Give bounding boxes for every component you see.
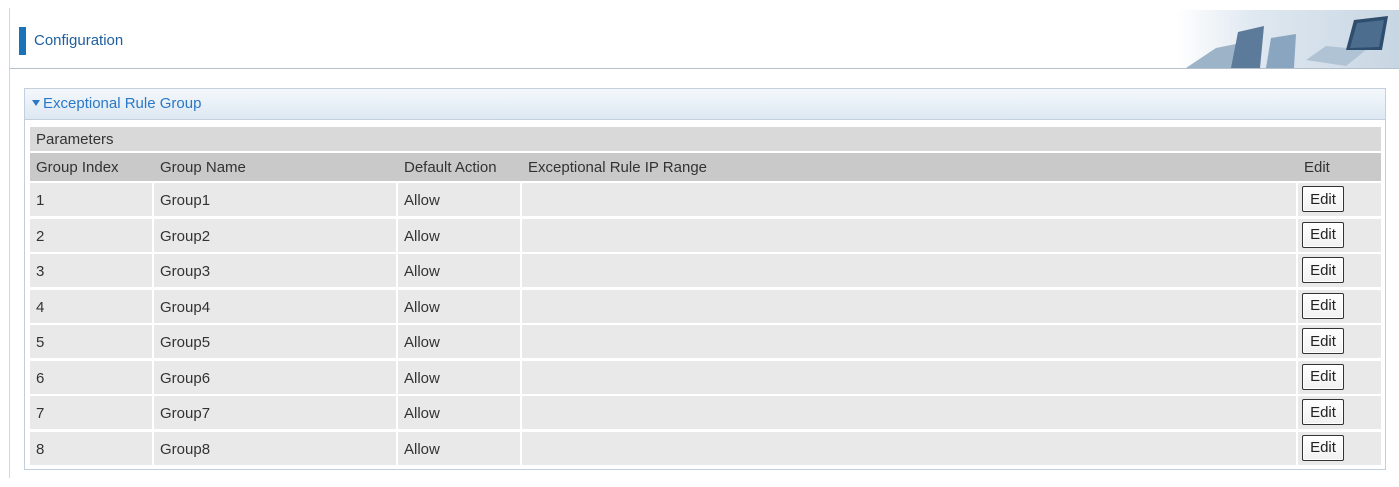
- table-row: 2 Group2 Allow Edit: [30, 218, 1381, 252]
- col-edit: Edit: [1304, 159, 1330, 176]
- col-default-action: Default Action: [404, 159, 497, 176]
- default-action-cell: Allow: [404, 263, 440, 280]
- default-action-cell: Allow: [404, 298, 440, 316]
- group-name-cell: Group3: [160, 263, 211, 280]
- table-header-row: Group Index Group Name Default Action Ex…: [30, 153, 1381, 181]
- default-action-cell: Allow: [404, 192, 440, 209]
- table-row: 5 Group5 Allow Edit: [30, 325, 1381, 358]
- default-action-cell: Allow: [404, 369, 440, 387]
- group-name-cell: Group4: [160, 298, 211, 316]
- table-row: 7 Group7 Allow Edit: [30, 396, 1381, 429]
- configuration-header: Configuration: [10, 10, 1399, 69]
- header-accent-bar: [19, 27, 26, 55]
- table-row: 4 Group4 Allow Edit: [30, 289, 1381, 323]
- parameters-bar: Parameters: [30, 127, 1381, 151]
- default-action-cell: Allow: [404, 227, 440, 245]
- edit-button[interactable]: Edit: [1302, 328, 1344, 354]
- group-index-cell: 5: [36, 334, 45, 351]
- exceptional-rule-group-panel: Exceptional Rule Group Parameters Group …: [24, 88, 1386, 470]
- panel-title: Exceptional Rule Group: [43, 95, 202, 112]
- group-name-cell: Group8: [160, 440, 211, 458]
- col-group-name: Group Name: [160, 159, 246, 176]
- collapse-arrow-icon[interactable]: [32, 100, 40, 106]
- table-row: 3 Group3 Allow Edit: [30, 254, 1381, 287]
- group-name-cell: Group5: [160, 334, 211, 351]
- edit-button[interactable]: Edit: [1302, 363, 1344, 390]
- group-index-cell: 8: [36, 440, 45, 458]
- edit-button[interactable]: Edit: [1302, 292, 1344, 319]
- default-action-cell: Allow: [404, 334, 440, 351]
- edit-button[interactable]: Edit: [1302, 186, 1344, 212]
- table-row: 1 Group1 Allow Edit: [30, 183, 1381, 216]
- group-name-cell: Group6: [160, 369, 211, 387]
- office-banner-image: [1176, 10, 1399, 68]
- table-row: 8 Group8 Allow Edit: [30, 431, 1381, 465]
- group-index-cell: 2: [36, 227, 45, 245]
- table-row: 6 Group6 Allow Edit: [30, 360, 1381, 394]
- group-index-cell: 1: [36, 192, 45, 209]
- panel-header[interactable]: Exceptional Rule Group: [25, 89, 1385, 120]
- page-title: Configuration: [34, 32, 124, 49]
- group-name-cell: Group2: [160, 227, 211, 245]
- group-index-cell: 7: [36, 405, 45, 422]
- col-group-index: Group Index: [36, 159, 119, 176]
- group-index-cell: 4: [36, 298, 45, 316]
- default-action-cell: Allow: [404, 405, 440, 422]
- group-name-cell: Group7: [160, 405, 211, 422]
- edit-button[interactable]: Edit: [1302, 399, 1344, 425]
- edit-button[interactable]: Edit: [1302, 257, 1344, 283]
- parameters-label: Parameters: [36, 131, 114, 148]
- edit-button[interactable]: Edit: [1302, 434, 1344, 461]
- group-index-cell: 3: [36, 263, 45, 280]
- edit-button[interactable]: Edit: [1302, 221, 1344, 248]
- group-name-cell: Group1: [160, 192, 211, 209]
- group-index-cell: 6: [36, 369, 45, 387]
- default-action-cell: Allow: [404, 440, 440, 458]
- col-ip-range: Exceptional Rule IP Range: [528, 159, 708, 176]
- group-table-body: 1 Group1 Allow Edit 2 Group2 Allow Edit …: [30, 183, 1381, 467]
